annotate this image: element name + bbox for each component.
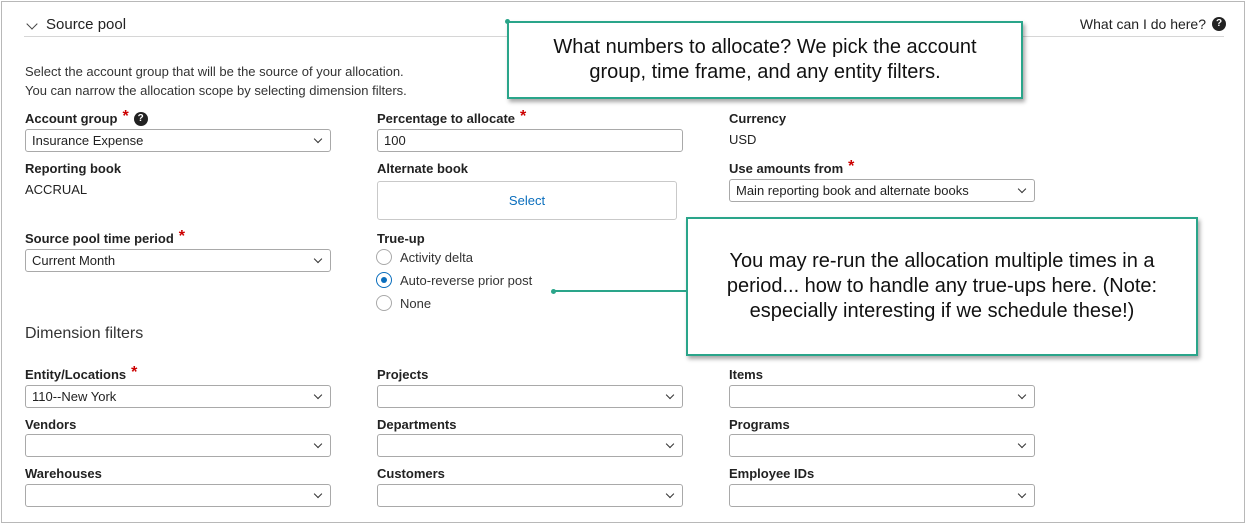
customers-select[interactable] xyxy=(377,484,683,507)
chevron-down-icon[interactable] xyxy=(26,19,38,31)
section-header[interactable]: Source pool xyxy=(26,16,126,33)
true-up-option-none[interactable]: None xyxy=(376,295,431,311)
callout-source-selection: What numbers to allocate? We pick the ac… xyxy=(507,21,1023,99)
chevron-down-icon xyxy=(313,134,323,144)
currency-value: USD xyxy=(729,132,757,147)
chevron-down-icon xyxy=(665,439,675,449)
chevron-down-icon xyxy=(313,439,323,449)
callout-true-up: You may re-run the allocation multiple t… xyxy=(686,217,1198,356)
true-up-label: True-up xyxy=(377,231,425,246)
items-label: Items xyxy=(729,367,763,382)
chevron-down-icon xyxy=(1017,184,1027,194)
chevron-down-icon xyxy=(665,489,675,499)
radio-button[interactable] xyxy=(376,249,392,265)
account-group-label: Account group * ? xyxy=(25,107,148,126)
callout-pointer-dot xyxy=(551,289,556,294)
chevron-down-icon xyxy=(313,489,323,499)
alternate-book-label: Alternate book xyxy=(377,161,469,176)
alternate-book-box[interactable]: Select xyxy=(377,181,677,220)
required-marker: * xyxy=(178,227,186,245)
callout-connector-line xyxy=(553,290,687,292)
required-marker: * xyxy=(122,107,129,125)
projects-select[interactable] xyxy=(377,385,683,408)
entity-label: Entity/Locations * xyxy=(25,363,138,382)
entity-select[interactable]: 110--New York xyxy=(25,385,331,408)
chevron-down-icon xyxy=(1017,489,1027,499)
required-marker: * xyxy=(520,107,527,125)
true-up-option-activity-delta[interactable]: Activity delta xyxy=(376,249,473,265)
warehouses-label: Warehouses xyxy=(25,466,102,481)
use-amounts-label: Use amounts from * xyxy=(729,157,855,176)
reporting-book-value: ACCRUAL xyxy=(25,182,88,197)
percentage-input[interactable]: 100 xyxy=(377,129,683,152)
departments-label: Departments xyxy=(377,417,457,432)
true-up-option-auto-reverse[interactable]: Auto-reverse prior post xyxy=(376,272,532,288)
required-marker: * xyxy=(848,157,855,175)
chevron-down-icon xyxy=(313,254,323,264)
currency-label: Currency xyxy=(729,111,787,126)
chevron-down-icon xyxy=(1017,439,1027,449)
section-title: Source pool xyxy=(46,16,127,33)
employee-ids-label: Employee IDs xyxy=(729,466,815,481)
chevron-down-icon xyxy=(1017,390,1027,400)
radio-button[interactable] xyxy=(376,295,392,311)
time-period-label: Source pool time period * xyxy=(25,227,186,246)
help-icon[interactable]: ? xyxy=(1212,17,1226,31)
customers-label: Customers xyxy=(377,466,445,481)
warehouses-select[interactable] xyxy=(25,484,331,507)
items-select[interactable] xyxy=(729,385,1035,408)
employee-ids-select[interactable] xyxy=(729,484,1035,507)
account-group-select[interactable]: Insurance Expense xyxy=(25,129,331,152)
help-link-label[interactable]: What can I do here? xyxy=(1080,16,1206,32)
projects-label: Projects xyxy=(377,367,429,382)
time-period-select[interactable]: Current Month xyxy=(25,249,331,272)
reporting-book-label: Reporting book xyxy=(25,161,122,176)
vendors-label: Vendors xyxy=(25,417,77,432)
help-icon[interactable]: ? xyxy=(133,111,148,126)
alternate-book-select-link[interactable]: Select xyxy=(509,193,545,208)
programs-label: Programs xyxy=(729,417,790,432)
use-amounts-select[interactable]: Main reporting book and alternate books xyxy=(729,179,1035,202)
description-line-1: Select the account group that will be th… xyxy=(25,64,404,79)
description-line-2: You can narrow the allocation scope by s… xyxy=(25,83,407,98)
vendors-select[interactable] xyxy=(25,434,331,457)
required-marker: * xyxy=(131,363,138,381)
programs-select[interactable] xyxy=(729,434,1035,457)
radio-button-selected[interactable] xyxy=(376,272,392,288)
chevron-down-icon xyxy=(665,390,675,400)
percentage-label: Percentage to allocate * xyxy=(377,107,527,126)
help-link[interactable]: What can I do here? ? xyxy=(1080,16,1226,32)
dimension-filters-heading: Dimension filters xyxy=(25,325,144,342)
departments-select[interactable] xyxy=(377,434,683,457)
chevron-down-icon xyxy=(313,390,323,400)
